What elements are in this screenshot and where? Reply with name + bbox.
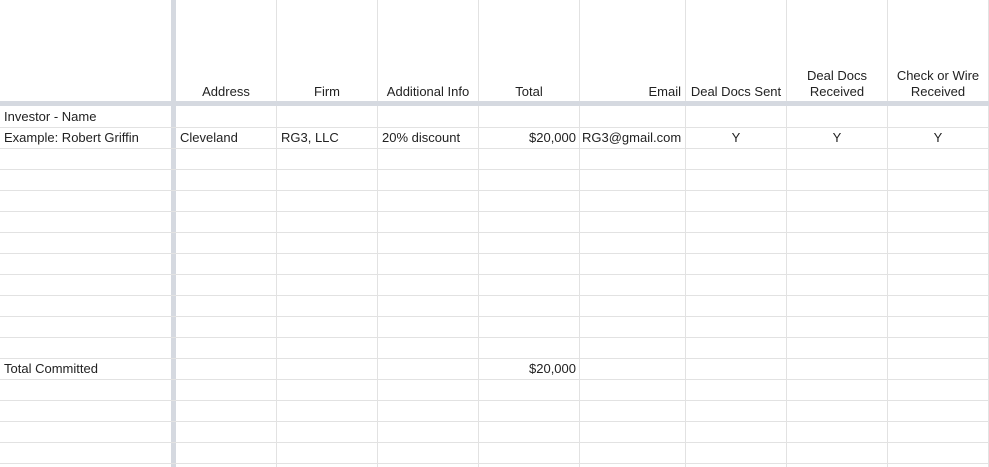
row-divider <box>0 358 989 359</box>
cell-example-firm[interactable]: RG3, LLC <box>277 130 377 146</box>
header-total[interactable]: Total <box>479 84 579 100</box>
header-check-or-wire-received[interactable]: Check or Wire Received <box>888 68 988 100</box>
column-divider <box>276 0 277 467</box>
column-divider <box>478 0 479 467</box>
row-divider <box>0 442 989 443</box>
row-divider <box>0 148 989 149</box>
header-deal-docs-received-line1: Deal Docs <box>807 68 867 83</box>
header-firm[interactable]: Firm <box>277 84 377 100</box>
cell-investor-name-label[interactable]: Investor - Name <box>0 109 171 125</box>
cell-example-address[interactable]: Cleveland <box>176 130 276 146</box>
column-divider <box>685 0 686 467</box>
row-divider <box>0 463 989 464</box>
row-divider <box>0 316 989 317</box>
cell-total-committed-value[interactable]: $20,000 <box>479 361 579 377</box>
row-divider <box>0 211 989 212</box>
header-deal-docs-received-line2: Received <box>809 84 865 99</box>
cell-example-check-or-wire-received[interactable]: Y <box>888 130 988 146</box>
row-divider <box>0 274 989 275</box>
cell-example-additional-info[interactable]: 20% discount <box>378 130 478 146</box>
row-divider <box>0 379 989 380</box>
row-divider <box>0 169 989 170</box>
header-address[interactable]: Address <box>176 84 276 100</box>
header-deal-docs-sent[interactable]: Deal Docs Sent <box>686 84 786 100</box>
row-divider <box>0 253 989 254</box>
row-divider <box>0 295 989 296</box>
row-divider <box>0 400 989 401</box>
cell-example-name[interactable]: Example: Robert Griffin <box>0 130 171 146</box>
cell-example-total[interactable]: $20,000 <box>479 130 579 146</box>
row-divider <box>0 232 989 233</box>
header-additional-info[interactable]: Additional Info <box>378 84 478 100</box>
row-divider <box>0 337 989 338</box>
header-check-or-wire-line1: Check or Wire <box>896 68 980 83</box>
frozen-row-divider[interactable] <box>0 101 989 106</box>
header-deal-docs-received[interactable]: Deal Docs Received <box>787 68 887 100</box>
cell-example-deal-docs-sent[interactable]: Y <box>686 130 786 146</box>
header-check-or-wire-line2: Received <box>910 84 966 99</box>
column-divider <box>579 0 580 467</box>
cell-total-committed-label[interactable]: Total Committed <box>0 361 171 377</box>
cell-example-deal-docs-received[interactable]: Y <box>787 130 887 146</box>
row-divider <box>0 190 989 191</box>
column-divider <box>377 0 378 467</box>
header-email[interactable]: Email <box>580 84 685 100</box>
row-divider <box>0 421 989 422</box>
row-divider <box>0 127 989 128</box>
cell-example-email[interactable]: RG3@gmail.com <box>580 130 685 146</box>
frozen-column-divider[interactable] <box>171 0 176 467</box>
